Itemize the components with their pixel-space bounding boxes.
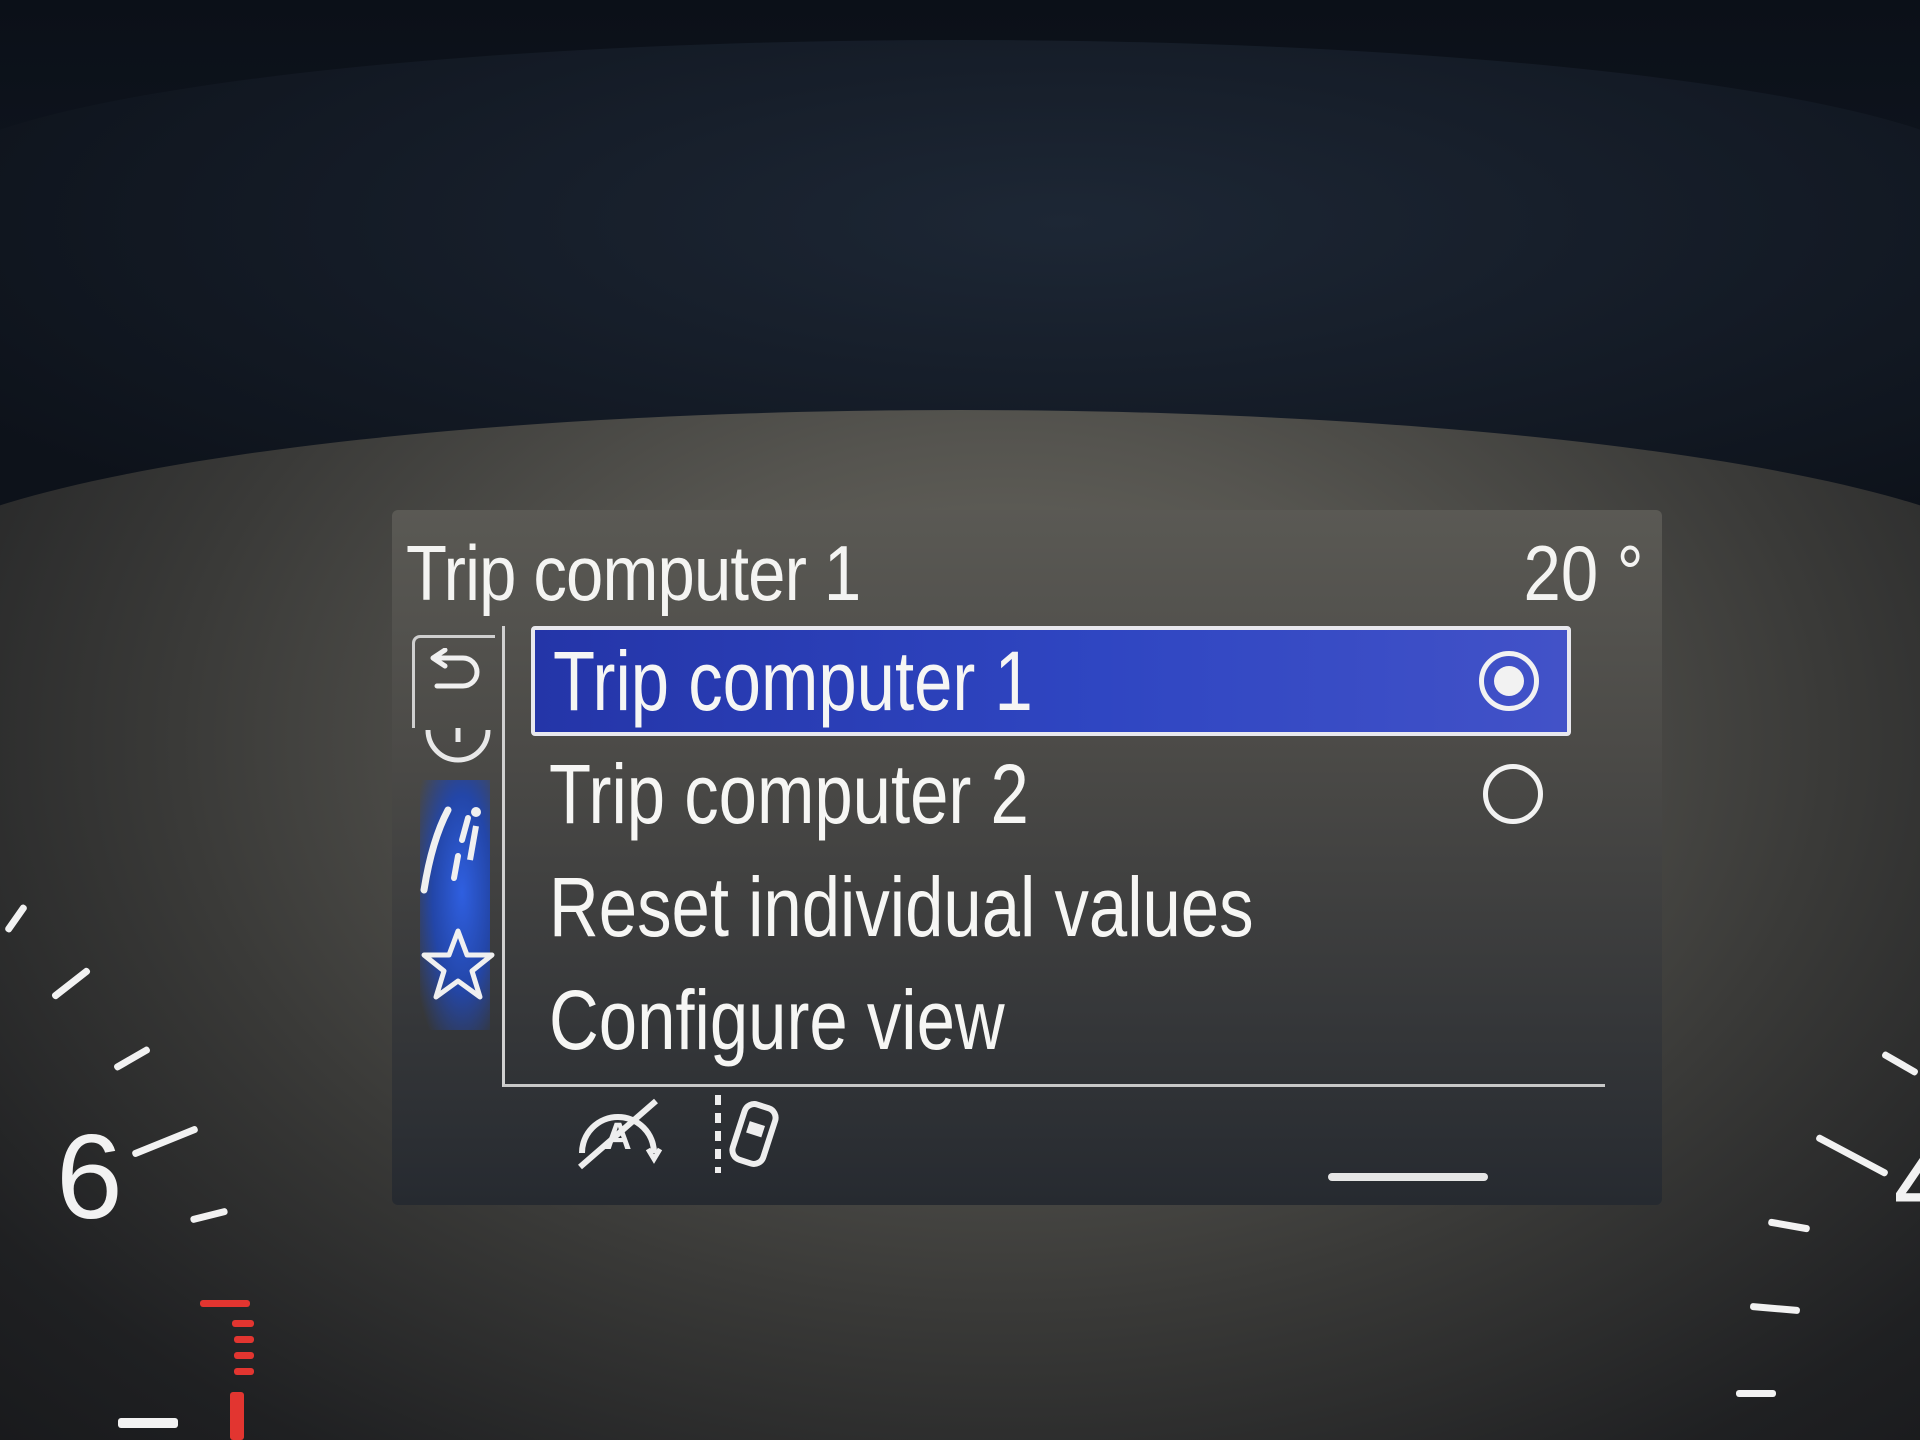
right-gauge-number: 4: [1893, 1110, 1920, 1248]
tachometer-number: 6: [56, 1110, 123, 1244]
outside-temperature: 20 °: [1523, 529, 1644, 617]
status-icon-bar: A: [568, 1085, 808, 1185]
star-icon[interactable]: [418, 925, 498, 1005]
menu-item-trip-computer-1[interactable]: Trip computer 1: [531, 626, 1571, 736]
redline-tick: [232, 1320, 254, 1327]
menu-item-reset-individual-values[interactable]: Reset individual values: [531, 852, 1571, 962]
instrument-cluster: 6 4 Trip computer 1 20 °: [0, 0, 1920, 1440]
gauge-tick: [1767, 1218, 1811, 1233]
road-lane-icon[interactable]: [418, 800, 494, 900]
redline-tick: [230, 1392, 244, 1440]
auto-start-stop-off-icon: A: [578, 1098, 663, 1170]
gauge-tick: [131, 1125, 199, 1158]
gauge-tick: [1749, 1302, 1801, 1315]
lane-keeping-icon: [715, 1095, 779, 1173]
back-arrow-icon: [430, 648, 480, 689]
status-bar-indicator: [1328, 1173, 1488, 1181]
menu-item-label: Reset individual values: [549, 859, 1254, 954]
right-gauge: 4: [1620, 880, 1920, 1440]
redline-tick: [234, 1336, 254, 1343]
menu-list: Trip computer 1 Trip computer 2 Reset in…: [502, 626, 1605, 1087]
side-navigation: [414, 720, 495, 1030]
redline-tick: [234, 1352, 254, 1359]
menu-item-label: Trip computer 1: [553, 633, 1033, 728]
gauge-tick: [112, 1045, 152, 1072]
radio-selected-icon[interactable]: [1479, 651, 1539, 711]
menu-item-configure-view[interactable]: Configure view: [531, 965, 1571, 1075]
gauge-tick: [3, 903, 29, 934]
gauge-tick: [1880, 1050, 1920, 1077]
menu-item-label: Configure view: [549, 972, 1005, 1067]
gauge-tick: [1815, 1133, 1889, 1178]
info-icon[interactable]: [422, 720, 494, 780]
page-title: Trip computer 1: [406, 529, 861, 617]
redline-tick: [234, 1368, 254, 1375]
cluster-display: Trip computer 1 20 ° Trip computer 1 Tri…: [392, 510, 1662, 1205]
tachometer-gauge: 6: [0, 880, 300, 1440]
gauge-tick: [50, 966, 92, 1001]
back-button[interactable]: [412, 635, 495, 728]
gauge-tick: [1736, 1390, 1776, 1397]
gauge-tick: [118, 1418, 178, 1428]
radio-unselected-icon[interactable]: [1483, 764, 1543, 824]
redline-tick: [200, 1300, 250, 1307]
menu-item-trip-computer-2[interactable]: Trip computer 2: [531, 739, 1571, 849]
gauge-tick: [189, 1207, 229, 1224]
menu-item-label: Trip computer 2: [549, 746, 1029, 841]
